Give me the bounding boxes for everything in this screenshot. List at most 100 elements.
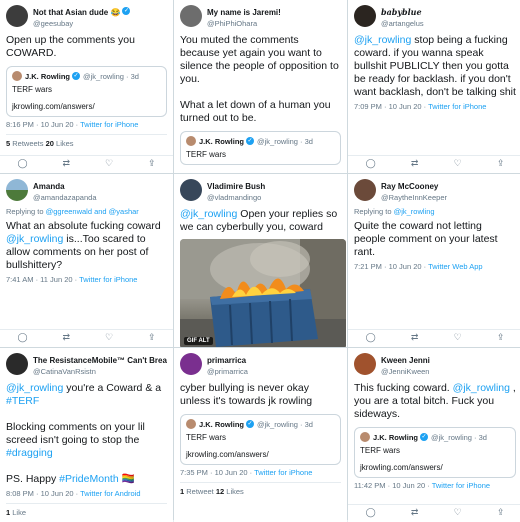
display-name[interactable]: The ResistanceMobile™ Can't Breathe [33,356,167,365]
user-handle[interactable]: @artangelus [381,18,424,29]
tweet-card[interactable]: primarrica @primarrica cyber bullying is… [174,348,347,522]
reply-icon[interactable]: ◯ [17,158,27,169]
quoted-link[interactable]: jkrowling.com/answers/ [12,101,161,112]
quoted-link[interactable]: jkrowling.com/answers/ [186,449,335,460]
like-icon[interactable]: ♡ [454,158,462,169]
avatar[interactable] [6,179,28,201]
display-name[interactable]: primarrica [207,356,246,365]
user-handle[interactable]: @RaytheInnKeeper [381,192,447,203]
tweet-card[interactable]: Amanda @amandazapanda Replying to @ggree… [0,174,173,347]
like-icon[interactable]: ♡ [105,158,113,169]
reply-icon[interactable]: ◯ [366,507,376,518]
user-handle[interactable]: @amandazapanda [33,192,97,203]
timestamp: 7:35 PM · 10 Jun 20 · Twitter for iPhone [180,468,341,477]
retweet-icon[interactable]: ⇄ [62,158,70,169]
tweet-text: @jk_rowling stop being a fucking coward.… [354,34,516,99]
retweet-label[interactable]: Retweets [10,139,45,148]
like-count[interactable]: 12 [216,487,224,496]
quoted-tweet[interactable]: J.K. Rowling ✓ @jk_rowling · 3d TERF wars [180,131,341,165]
mention-link[interactable]: @jk_rowling [6,233,63,245]
share-icon[interactable]: ⇪ [148,158,156,169]
reply-icon[interactable]: ◯ [366,158,376,169]
avatar[interactable] [6,5,28,27]
client-link[interactable]: Twitter Web App [428,262,482,271]
mention-link[interactable]: @jk_rowling [180,208,237,220]
reply-icon[interactable]: ◯ [366,332,376,343]
like-label[interactable]: Likes [54,139,74,148]
mention-link[interactable]: @jk_rowling [6,382,63,394]
tweet-card[interactable]: The ResistanceMobile™ Can't Breathe @Cat… [0,348,173,522]
hashtag-link[interactable]: #PrideMonth [59,473,119,485]
client-link[interactable]: Twitter for iPhone [428,102,486,111]
gif-badge: GIF ALT [184,337,213,345]
tweet-card[interactable]: babyblue @artangelus @jk_rowling stop be… [348,0,520,173]
tweet-time: 8:16 PM · 10 Jun 20 · [6,120,81,129]
like-label[interactable]: Likes [224,487,244,496]
avatar[interactable] [180,5,202,27]
avatar[interactable] [354,5,376,27]
user-handle[interactable]: @JenniKween [381,366,430,377]
reply-icon[interactable]: ◯ [17,332,27,343]
retweet-icon[interactable]: ⇄ [62,332,70,343]
display-name[interactable]: Ray McCooney [381,182,438,191]
like-label[interactable]: Like [10,508,26,517]
tweet-text: You muted the comments because yet again… [180,34,339,124]
user-handle[interactable]: @primarrica [207,366,248,377]
replying-mentions[interactable]: @ggreenwald and @yashar [46,207,139,216]
hashtag-link[interactable]: #TERF [6,395,39,407]
mention-link[interactable]: @jk_rowling [354,34,411,46]
tweet-card[interactable]: Vladimire Bush @vladmandingo @jk_rowling… [174,174,347,347]
share-icon[interactable]: ⇪ [148,332,156,343]
quoted-link[interactable]: jkrowling.com/answers/ [360,462,510,473]
display-name[interactable]: Not that Asian dude 😂 [33,8,120,17]
display-name[interactable]: Vladimire Bush [207,182,265,191]
engagement-stats: 1 Like [6,503,167,517]
avatar[interactable] [354,353,376,375]
retweet-icon[interactable]: ⇄ [411,332,419,343]
quoted-tweet[interactable]: J.K. Rowling ✓ @jk_rowling · 3d TERF wars… [180,414,341,465]
share-icon[interactable]: ⇪ [497,507,505,518]
replying-to: Replying to @ggreenwald and @yashar [6,207,167,217]
display-name[interactable]: Amanda [33,182,65,191]
share-icon[interactable]: ⇪ [497,158,505,169]
user-handle[interactable]: @geesubay [33,18,130,29]
retweet-icon[interactable]: ⇄ [411,507,419,518]
hashtag-link[interactable]: #dragging [6,447,53,459]
quoted-tweet[interactable]: J.K. Rowling ✓ @jk_rowling · 3d TERF wars… [354,427,516,478]
share-icon[interactable]: ⇪ [497,332,505,343]
tweet-text: What an absolute fucking coward @jk_rowl… [6,220,167,272]
verified-icon: ✓ [420,433,428,441]
avatar[interactable] [6,353,28,375]
display-name[interactable]: My name is Jaremi! [207,8,281,17]
like-icon[interactable]: ♡ [105,332,113,343]
timestamp: 11:42 PM · 10 Jun 20 · Twitter for iPhon… [354,481,516,490]
avatar[interactable] [180,179,202,201]
retweet-label[interactable]: Retweet [184,487,216,496]
like-icon[interactable]: ♡ [454,332,462,343]
mention-link[interactable]: @jk_rowling [453,382,510,394]
retweet-icon[interactable]: ⇄ [411,158,419,169]
tweet-card[interactable]: Ray McCooney @RaytheInnKeeper Replying t… [348,174,520,347]
client-link[interactable]: Twitter for Android [80,489,140,498]
avatar[interactable] [180,353,202,375]
display-name[interactable]: babyblue [381,7,422,17]
tweet-card[interactable]: My name is Jaremi! @PhiPhiOhara You mute… [174,0,347,173]
like-icon[interactable]: ♡ [454,507,462,518]
avatar[interactable] [354,179,376,201]
tweet-card[interactable]: Not that Asian dude 😂 ✓ @geesubay Open up… [0,0,173,173]
tweet-card[interactable]: Kween Jenni @JenniKween This fucking cow… [348,348,520,522]
client-link[interactable]: Twitter for iPhone [432,481,490,490]
quoted-tweet[interactable]: J.K. Rowling ✓ @jk_rowling · 3d TERF wars… [6,66,167,117]
display-name[interactable]: Kween Jenni [381,356,430,365]
user-handle[interactable]: @vladmandingo [207,192,265,203]
like-count[interactable]: 20 [46,139,54,148]
user-handle[interactable]: @CatinaVanRsistn [33,366,167,377]
replying-mentions[interactable]: @jk_rowling [394,207,435,216]
timestamp: 7:41 AM · 11 Jun 20 · Twitter for iPhone [6,275,167,284]
client-link[interactable]: Twitter for iPhone [254,468,312,477]
user-handle[interactable]: @PhiPhiOhara [207,18,281,29]
client-link[interactable]: Twitter for iPhone [80,120,138,129]
quoted-handle: @jk_rowling · 3d [257,419,313,429]
client-link[interactable]: Twitter for iPhone [79,275,137,284]
dumpster-fire-gif[interactable]: GIF ALT [180,239,346,347]
